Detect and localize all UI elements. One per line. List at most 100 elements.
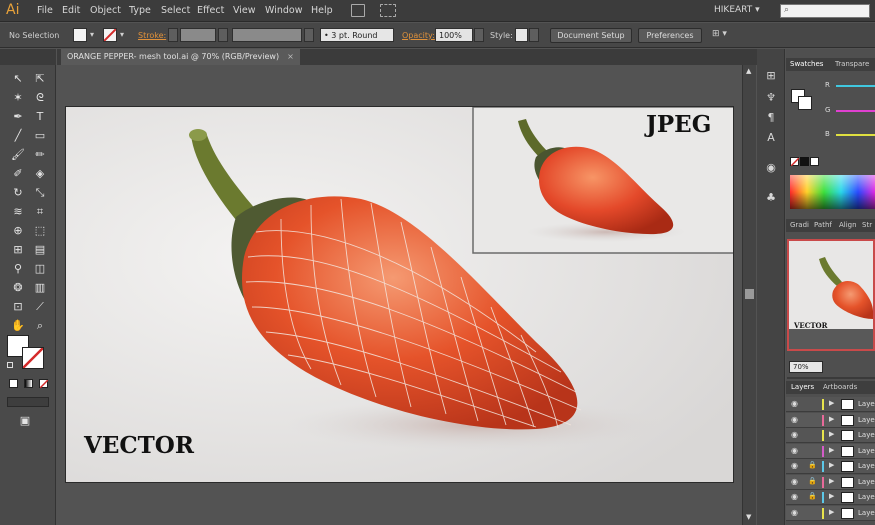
type-tool-icon[interactable]: T xyxy=(32,109,48,125)
rotate-tool-icon[interactable]: ↻ xyxy=(10,185,26,201)
zoom-field[interactable]: 70% xyxy=(789,361,823,373)
profile-dropdown[interactable] xyxy=(304,28,314,42)
scroll-down-icon[interactable]: ▼ xyxy=(746,513,751,521)
selection-tool-icon[interactable]: ↖ xyxy=(10,71,26,87)
drawing-modes-icon[interactable] xyxy=(7,397,49,407)
expand-triangle-icon[interactable]: ▶ xyxy=(829,430,834,438)
line-tool-icon[interactable]: ╱ xyxy=(10,128,26,144)
stroke-swatch[interactable] xyxy=(103,28,117,42)
arrange-documents-icon[interactable] xyxy=(380,4,396,17)
slice-tool-icon[interactable]: ⟋ xyxy=(32,299,48,315)
warp-tool-icon[interactable]: ≋ xyxy=(10,204,26,220)
visibility-eye-icon[interactable]: ◉ xyxy=(791,508,798,517)
puppet-panel-icon[interactable]: ♆ xyxy=(764,91,778,105)
scroll-up-icon[interactable]: ▲ xyxy=(746,67,751,75)
artboard-tool-icon[interactable]: ⊡ xyxy=(10,299,26,315)
eraser-tool-icon[interactable]: ◈ xyxy=(32,166,48,182)
live-paint-tool-icon[interactable]: ⬚ xyxy=(32,223,48,239)
help-search-input[interactable]: ⌕ xyxy=(780,4,870,18)
variable-width-profile[interactable] xyxy=(232,28,302,42)
color-mode-icon[interactable] xyxy=(9,379,18,388)
artboard[interactable]: JPEG VECTOR xyxy=(65,106,734,483)
symbol-sprayer-tool-icon[interactable]: ❂ xyxy=(10,280,26,296)
expand-triangle-icon[interactable]: ▶ xyxy=(829,446,834,454)
preferences-button[interactable]: Preferences xyxy=(638,28,702,43)
lock-icon[interactable]: 🔒 xyxy=(808,477,817,485)
blob-brush-tool-icon[interactable]: ✐ xyxy=(10,166,26,182)
layer-row[interactable]: ◉ ▶ Laye xyxy=(786,412,875,428)
channel-r-slider[interactable] xyxy=(836,85,875,87)
free-transform-tool-icon[interactable]: ⌗ xyxy=(32,204,48,220)
stroke-weight-stepper[interactable] xyxy=(168,28,178,42)
black-swatch[interactable] xyxy=(800,157,809,166)
menu-window[interactable]: Window xyxy=(265,5,302,16)
close-icon[interactable]: × xyxy=(287,52,294,61)
stroke-color-swatch[interactable] xyxy=(22,347,44,369)
magic-wand-tool-icon[interactable]: ✶ xyxy=(10,90,26,106)
visibility-eye-icon[interactable]: ◉ xyxy=(791,461,798,470)
fill-swatch[interactable] xyxy=(73,28,87,42)
panel-grip[interactable] xyxy=(0,49,56,65)
rectangle-tool-icon[interactable]: ▭ xyxy=(32,128,48,144)
lasso-tool-icon[interactable]: ᘓ xyxy=(32,90,48,106)
default-colors-icon[interactable] xyxy=(7,362,13,368)
color-spectrum[interactable] xyxy=(790,175,875,209)
tab-layers[interactable]: Layers xyxy=(791,383,814,391)
channel-b-slider[interactable] xyxy=(836,134,875,136)
expand-triangle-icon[interactable]: ▶ xyxy=(829,492,834,500)
artwork-canvas[interactable] xyxy=(66,107,734,483)
eyedropper-tool-icon[interactable]: ⚲ xyxy=(10,261,26,277)
gradient-mode-icon[interactable] xyxy=(24,379,33,388)
menu-file[interactable]: File xyxy=(37,5,53,16)
stroke-label[interactable]: Stroke: xyxy=(138,31,166,40)
lock-icon[interactable]: 🔒 xyxy=(808,461,817,469)
none-mode-icon[interactable] xyxy=(39,379,48,388)
expand-triangle-icon[interactable]: ▶ xyxy=(829,477,834,485)
lock-icon[interactable]: 🔒 xyxy=(808,492,817,500)
pencil-tool-icon[interactable]: ✏ xyxy=(32,147,48,163)
shape-builder-tool-icon[interactable]: ⊕ xyxy=(10,223,26,239)
zoom-tool-icon[interactable]: ⌕ xyxy=(32,318,48,334)
opacity-dropdown[interactable] xyxy=(474,28,484,42)
paragraph-panel-icon[interactable]: ¶ xyxy=(764,111,778,125)
pen-tool-icon[interactable]: ✒ xyxy=(10,109,26,125)
tab-transparency[interactable]: Transpare xyxy=(835,60,869,68)
mesh-tool-icon[interactable]: ⊞ xyxy=(10,242,26,258)
layer-row[interactable]: ◉ ▶ Laye xyxy=(786,505,875,521)
color-stroke-swatch[interactable] xyxy=(798,96,812,110)
layer-row[interactable]: ◉ 🔒 ▶ Laye xyxy=(786,474,875,490)
none-color-swatch[interactable] xyxy=(790,157,799,166)
opacity-label[interactable]: Opacity: xyxy=(402,31,435,40)
visibility-eye-icon[interactable]: ◉ xyxy=(791,415,798,424)
brush-definition-field[interactable]: • 3 pt. Round xyxy=(320,28,394,42)
tab-artboards[interactable]: Artboards xyxy=(823,383,857,391)
appearance-panel-icon[interactable]: ◉ xyxy=(764,161,778,175)
menu-object[interactable]: Object xyxy=(90,5,121,16)
bridge-icon[interactable] xyxy=(351,4,365,17)
stroke-weight-dropdown[interactable] xyxy=(218,28,228,42)
opacity-input[interactable]: 100% xyxy=(435,28,473,42)
channel-g-slider[interactable] xyxy=(836,110,875,112)
tab-align[interactable]: Align xyxy=(839,221,857,229)
stroke-weight-field[interactable] xyxy=(180,28,216,42)
visibility-eye-icon[interactable]: ◉ xyxy=(791,399,798,408)
white-swatch[interactable] xyxy=(810,157,819,166)
tab-gradient[interactable]: Gradi xyxy=(790,221,809,229)
chevron-down-icon[interactable]: ▾ xyxy=(120,30,124,39)
character-panel-icon[interactable]: A xyxy=(764,131,778,145)
column-graph-tool-icon[interactable]: ▥ xyxy=(32,280,48,296)
chevron-down-icon[interactable]: ▾ xyxy=(90,30,94,39)
user-account-menu[interactable]: HIKEART ▾ xyxy=(714,5,760,15)
style-dropdown[interactable] xyxy=(529,28,539,42)
expand-triangle-icon[interactable]: ▶ xyxy=(829,399,834,407)
hand-tool-icon[interactable]: ✋ xyxy=(10,318,26,334)
document-tab[interactable]: ORANGE PEPPER- mesh tool.ai @ 70% (RGB/P… xyxy=(61,49,300,65)
menu-help[interactable]: Help xyxy=(311,5,333,16)
navigator-preview[interactable]: VECTOR xyxy=(787,239,875,351)
direct-selection-tool-icon[interactable]: ⇱ xyxy=(32,71,48,87)
menu-effect[interactable]: Effect xyxy=(197,5,224,16)
expand-triangle-icon[interactable]: ▶ xyxy=(829,508,834,516)
layer-row[interactable]: ◉ ▶ Laye xyxy=(786,397,875,412)
expand-triangle-icon[interactable]: ▶ xyxy=(829,461,834,469)
tab-pathfinder[interactable]: Pathf xyxy=(814,221,832,229)
